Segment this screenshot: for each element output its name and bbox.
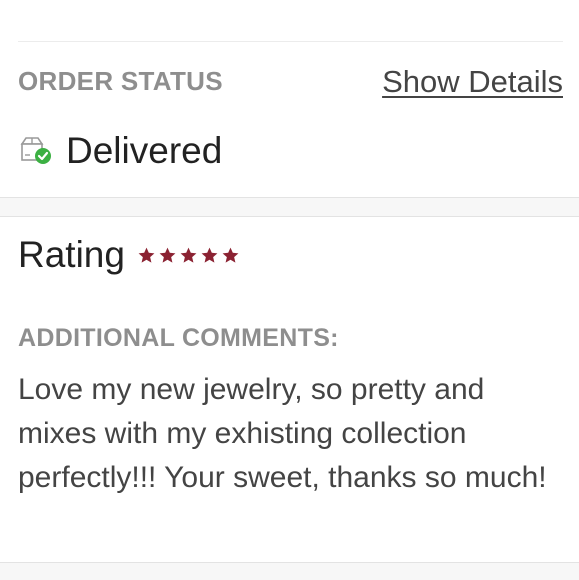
star-icon [179,246,198,265]
order-review-page: ORDER STATUS Show Details Delivered Rati… [0,0,579,580]
bottom-divider [0,562,579,580]
additional-comments-label: ADDITIONAL COMMENTS: [18,324,339,352]
order-status-label: ORDER STATUS [18,66,223,96]
order-status-value: Delivered [66,130,223,171]
order-status-section: ORDER STATUS Show Details Delivered [0,42,579,197]
rating-label: Rating [18,234,125,275]
star-icon [158,246,177,265]
additional-comments-text: Love my new jewelry, so pretty and mixes… [18,373,547,494]
star-icon [200,246,219,265]
rating-row: Rating [18,234,240,276]
star-icon [137,246,156,265]
package-delivered-icon [18,136,52,166]
section-divider [0,197,579,217]
delivered-status-row: Delivered [18,130,222,172]
star-icon [221,246,240,265]
show-details-link[interactable]: Show Details [382,64,563,100]
rating-stars [137,246,240,265]
